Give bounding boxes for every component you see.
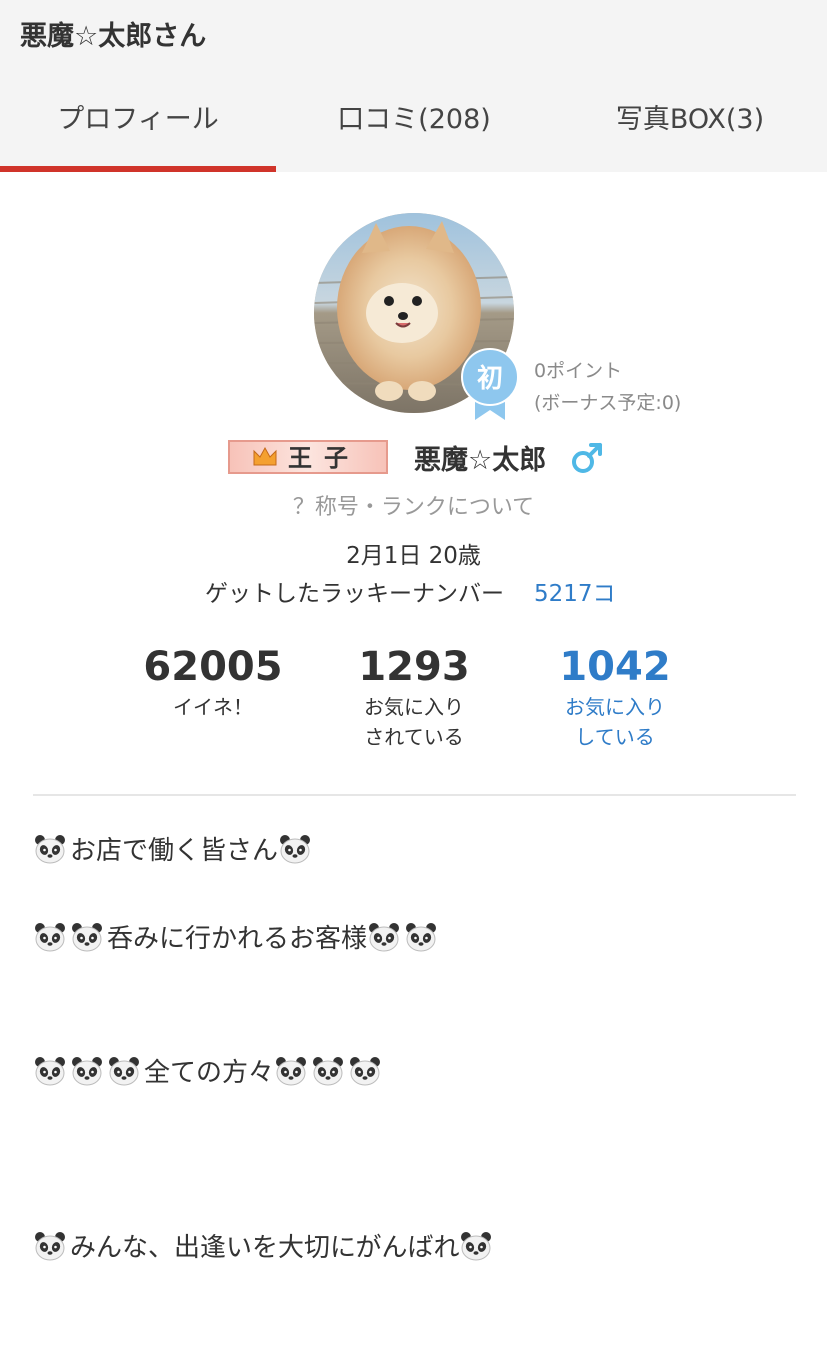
- favorited-by-label-1: お気に入り: [364, 695, 464, 719]
- bio-line-1: お店で働く皆さん: [33, 830, 315, 867]
- likes-count: 62005: [143, 644, 283, 690]
- divider: [33, 794, 796, 796]
- panda-icon: [35, 1057, 65, 1086]
- lucky-number-label: ゲットしたラッキーナンバー: [205, 581, 504, 607]
- likes-stat: 62005 イイネ！: [113, 642, 313, 722]
- panda-icon: [276, 1057, 307, 1086]
- male-icon: [570, 441, 604, 475]
- tab-profile-label: プロフィール: [57, 104, 219, 135]
- bio-line-2: 呑みに行かれるお客様: [33, 918, 441, 955]
- user-name: 悪魔☆太郎: [414, 445, 547, 476]
- panda-icon: [35, 835, 65, 864]
- likes-label: イイネ！: [173, 695, 253, 719]
- lucky-number-link[interactable]: 5217コ: [534, 574, 616, 608]
- tab-photo-box-label: 写真BOX(3): [615, 104, 765, 135]
- tab-reviews-label: 口コミ(208): [337, 104, 491, 135]
- panda-icon: [369, 923, 400, 952]
- beginner-badge: 初: [461, 348, 519, 423]
- favoriting-stat[interactable]: 1042 お気に入り している: [515, 642, 715, 752]
- birthday-age: 2月1日 20歳: [346, 543, 481, 569]
- panda-icon: [280, 835, 311, 864]
- panda-icon: [72, 923, 102, 952]
- points-value: 0ポイント: [534, 360, 623, 382]
- bio-text-1: お店で働く皆さん: [70, 836, 279, 866]
- points-info: 0ポイント (ボーナス予定:0): [534, 355, 681, 419]
- panda-icon: [72, 1057, 102, 1086]
- bio-line-3: 全ての方々: [33, 1052, 385, 1089]
- rank-title-text: 王子: [288, 444, 360, 472]
- bio-text-3: 全ての方々: [144, 1058, 275, 1088]
- rank-info-link[interactable]: ？称号・ランクについて: [0, 489, 827, 521]
- bio-text-2: 呑みに行かれるお客様: [107, 924, 368, 954]
- header-bar: 悪魔☆太郎さん プロフィール 口コミ(208) 写真BOX(3): [0, 0, 827, 172]
- favoriting-label-1: お気に入り: [565, 695, 665, 719]
- panda-icon: [313, 1057, 344, 1086]
- bio-line-4: みんな、出逢いを大切にがんばれ: [33, 1227, 496, 1264]
- bonus-points: (ボーナス予定:0): [534, 392, 682, 414]
- panda-icon: [35, 923, 65, 952]
- tab-reviews[interactable]: 口コミ(208): [276, 98, 552, 172]
- panda-icon: [461, 1232, 492, 1261]
- favoriting-label-2: している: [575, 725, 655, 749]
- panda-icon: [350, 1057, 381, 1086]
- favorited-by-count: 1293: [358, 644, 470, 690]
- panda-icon: [406, 923, 437, 952]
- page-title: 悪魔☆太郎さん: [20, 21, 207, 52]
- badge-text: 初: [477, 364, 503, 394]
- rank-title-badge: 王子: [228, 440, 388, 474]
- favorited-by-label-2: されている: [364, 725, 464, 749]
- panda-icon: [35, 1232, 65, 1261]
- favoriting-count: 1042: [559, 644, 671, 690]
- favorited-by-stat: 1293 お気に入り されている: [314, 642, 514, 752]
- panda-icon: [109, 1057, 139, 1086]
- bio-text-4: みんな、出逢いを大切にがんばれ: [70, 1233, 460, 1263]
- tab-profile[interactable]: プロフィール: [0, 98, 276, 172]
- tab-photo-box[interactable]: 写真BOX(3): [552, 98, 827, 172]
